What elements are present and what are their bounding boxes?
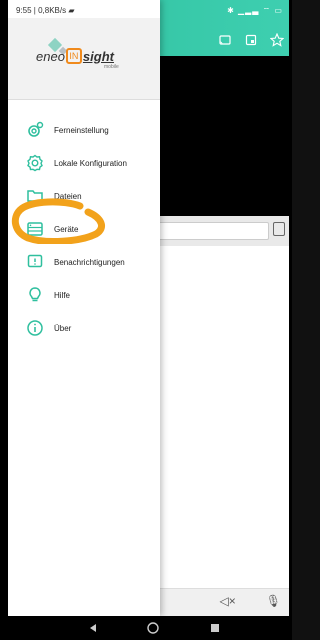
menu-item-ueber[interactable]: Über [8, 314, 160, 342]
logo: eneo IN sight [36, 48, 114, 64]
menu-item-lokale-konfiguration[interactable]: Lokale Konfiguration [8, 149, 160, 177]
menu-label: Benachrichtigungen [54, 257, 125, 267]
logo-brand-right: sight [82, 48, 114, 64]
menu-label: Lokale Konfiguration [54, 158, 127, 168]
navigation-drawer: 9:55 | 0,8KB/s ▰ eneo IN sight mobile Fe… [8, 0, 160, 616]
phone-frame-left [0, 0, 8, 640]
menu-item-hilfe[interactable]: Hilfe [8, 281, 160, 309]
lightbulb-icon [26, 286, 44, 304]
remote-settings-icon [26, 121, 44, 139]
logo-brand-left: eneo [36, 48, 65, 64]
menu-label: Hilfe [54, 290, 71, 300]
back-icon[interactable] [86, 621, 100, 635]
mute-icon[interactable]: ◁× [220, 594, 236, 608]
system-nav-bar [0, 616, 292, 640]
highlight-circle [11, 198, 105, 244]
fullscreen-icon[interactable] [243, 32, 259, 48]
cast-icon[interactable] [217, 32, 233, 48]
home-icon[interactable] [146, 621, 160, 635]
microphone-icon[interactable]: 🎙 [266, 594, 281, 608]
app-input-field[interactable] [158, 222, 269, 240]
menu-item-benachrichtigungen[interactable]: Benachrichtigungen [8, 248, 160, 276]
recents-icon[interactable] [208, 621, 222, 635]
local-config-icon [26, 154, 44, 172]
menu-label: Über [54, 323, 72, 333]
star-icon[interactable] [269, 32, 285, 48]
logo-in-mark: IN [65, 48, 82, 64]
notification-icon [26, 253, 44, 271]
film-icon[interactable] [273, 222, 285, 236]
menu-label: Ferneinstellung [54, 125, 109, 135]
status-time-text: 9:55 | 0,8KB/s [16, 6, 67, 15]
status-icons: ✱ ▁▂▃ ⌔ ▭ [227, 6, 283, 15]
logo-header: eneo IN sight mobile [8, 18, 160, 100]
message-icon: ▰ [68, 6, 75, 15]
logo-subtitle: mobile [104, 64, 119, 70]
phone-frame-right [289, 0, 292, 640]
info-icon [26, 319, 44, 337]
menu-item-ferneinstellung[interactable]: Ferneinstellung [8, 116, 160, 144]
